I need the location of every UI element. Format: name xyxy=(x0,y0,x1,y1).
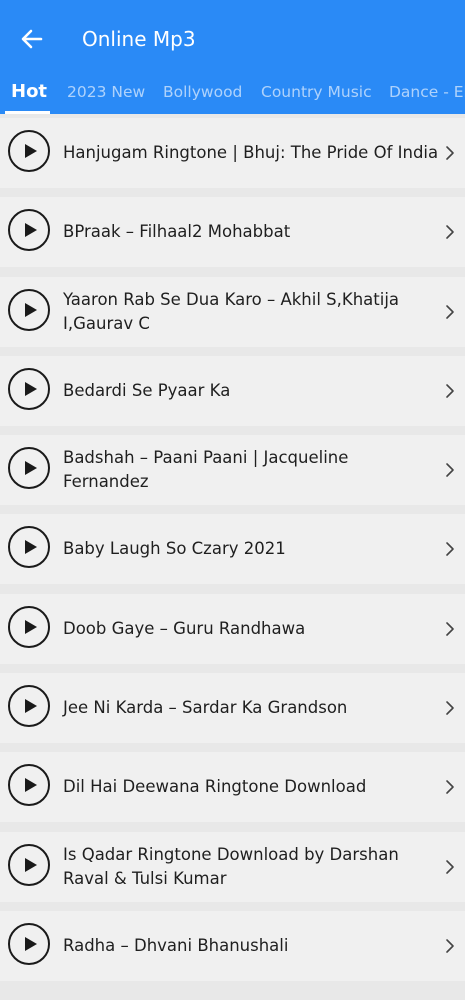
song-list-item[interactable]: Dil Hai Deewana Ringtone Download xyxy=(0,752,465,823)
app-bar: Online Mp3 Hot 2023 New Bollywood Countr… xyxy=(0,0,465,114)
chevron-right-icon xyxy=(446,701,454,715)
chevron-right-icon xyxy=(446,463,454,477)
chevron-right-icon xyxy=(446,225,454,240)
song-title: Hanjugam Ringtone | Bhuj: The Pride Of I… xyxy=(63,143,439,162)
song-title: Jee Ni Karda – Sardar Ka Grandson xyxy=(63,698,348,718)
song-list: Hanjugam Ringtone | Bhuj: The Pride Of I… xyxy=(0,114,465,990)
song-title: Radha – Dhvani Bhanushali xyxy=(63,935,289,955)
song-title: Is Qadar Ringtone Download by Darshan Ra… xyxy=(63,844,399,888)
chevron-right-icon xyxy=(446,304,454,319)
play-button[interactable] xyxy=(8,764,50,807)
chevron-right-icon xyxy=(446,621,454,636)
play-button[interactable] xyxy=(8,447,50,490)
song-title: Yaaron Rab Se Dua Karo – Akhil S,Khatija… xyxy=(63,289,400,333)
song-title: Doob Gaye – Guru Randhawa xyxy=(63,618,306,638)
play-button[interactable] xyxy=(8,843,50,886)
song-title: Badshah – Paani Paani | Jacqueline Ferna… xyxy=(63,448,349,492)
play-icon xyxy=(24,381,37,396)
chevron-right-icon xyxy=(446,542,454,557)
play-button[interactable] xyxy=(8,209,50,252)
play-button[interactable] xyxy=(8,605,50,648)
arrow-left-icon xyxy=(21,29,43,49)
chevron-right-icon xyxy=(446,146,454,160)
song-list-item[interactable]: Yaaron Rab Se Dua Karo – Akhil S,Khatija… xyxy=(0,276,465,347)
song-list-item[interactable]: Radha – Dhvani Bhanushali xyxy=(0,910,465,981)
play-button[interactable] xyxy=(8,526,50,569)
play-icon xyxy=(24,461,37,476)
play-icon xyxy=(24,302,37,317)
tab-2023-new[interactable]: 2023 New xyxy=(67,76,145,114)
play-icon xyxy=(24,857,37,872)
song-title: BPraak – Filhaal2 Mohabbat xyxy=(63,222,291,242)
play-icon xyxy=(24,619,37,634)
chevron-right-icon xyxy=(446,780,454,795)
back-button[interactable] xyxy=(14,24,50,54)
song-title: Bedardi Se Pyaar Ka xyxy=(63,380,231,400)
play-button[interactable] xyxy=(8,288,50,331)
song-list-item[interactable]: BPraak – Filhaal2 Mohabbat xyxy=(0,197,465,268)
song-list-item[interactable]: Badshah – Paani Paani | Jacqueline Ferna… xyxy=(0,435,465,506)
tab-bar: Hot 2023 New Bollywood Country Music Dan… xyxy=(0,76,465,114)
play-button[interactable] xyxy=(8,922,50,965)
chevron-right-icon xyxy=(446,384,454,398)
play-icon xyxy=(24,936,37,951)
song-list-item[interactable]: Doob Gaye – Guru Randhawa xyxy=(0,593,465,664)
toolbar: Online Mp3 xyxy=(0,0,465,76)
play-icon xyxy=(24,144,37,158)
play-icon xyxy=(24,699,37,714)
page-title: Online Mp3 xyxy=(82,27,196,51)
song-list-item[interactable]: Bedardi Se Pyaar Ka xyxy=(0,355,465,426)
play-icon xyxy=(24,223,37,238)
song-list-item[interactable]: Jee Ni Karda – Sardar Ka Grandson xyxy=(0,673,465,744)
tab-dance-electronic[interactable]: Dance - Ele xyxy=(389,76,465,114)
song-list-item[interactable]: Baby Laugh So Czary 2021 xyxy=(0,514,465,585)
play-button[interactable] xyxy=(8,685,50,728)
play-icon xyxy=(24,778,37,793)
play-button[interactable] xyxy=(8,367,50,410)
play-icon xyxy=(24,540,37,555)
chevron-right-icon xyxy=(446,859,454,874)
song-title: Baby Laugh So Czary 2021 xyxy=(63,539,286,559)
song-list-item[interactable]: Is Qadar Ringtone Download by Darshan Ra… xyxy=(0,831,465,902)
play-button[interactable] xyxy=(8,130,50,172)
chevron-right-icon xyxy=(446,939,454,953)
song-list-item[interactable]: Hanjugam Ringtone | Bhuj: The Pride Of I… xyxy=(0,118,465,188)
tab-country-music[interactable]: Country Music xyxy=(261,76,372,114)
tab-hot[interactable]: Hot xyxy=(11,76,47,114)
song-title: Dil Hai Deewana Ringtone Download xyxy=(63,777,367,797)
tab-bollywood[interactable]: Bollywood xyxy=(163,76,242,114)
